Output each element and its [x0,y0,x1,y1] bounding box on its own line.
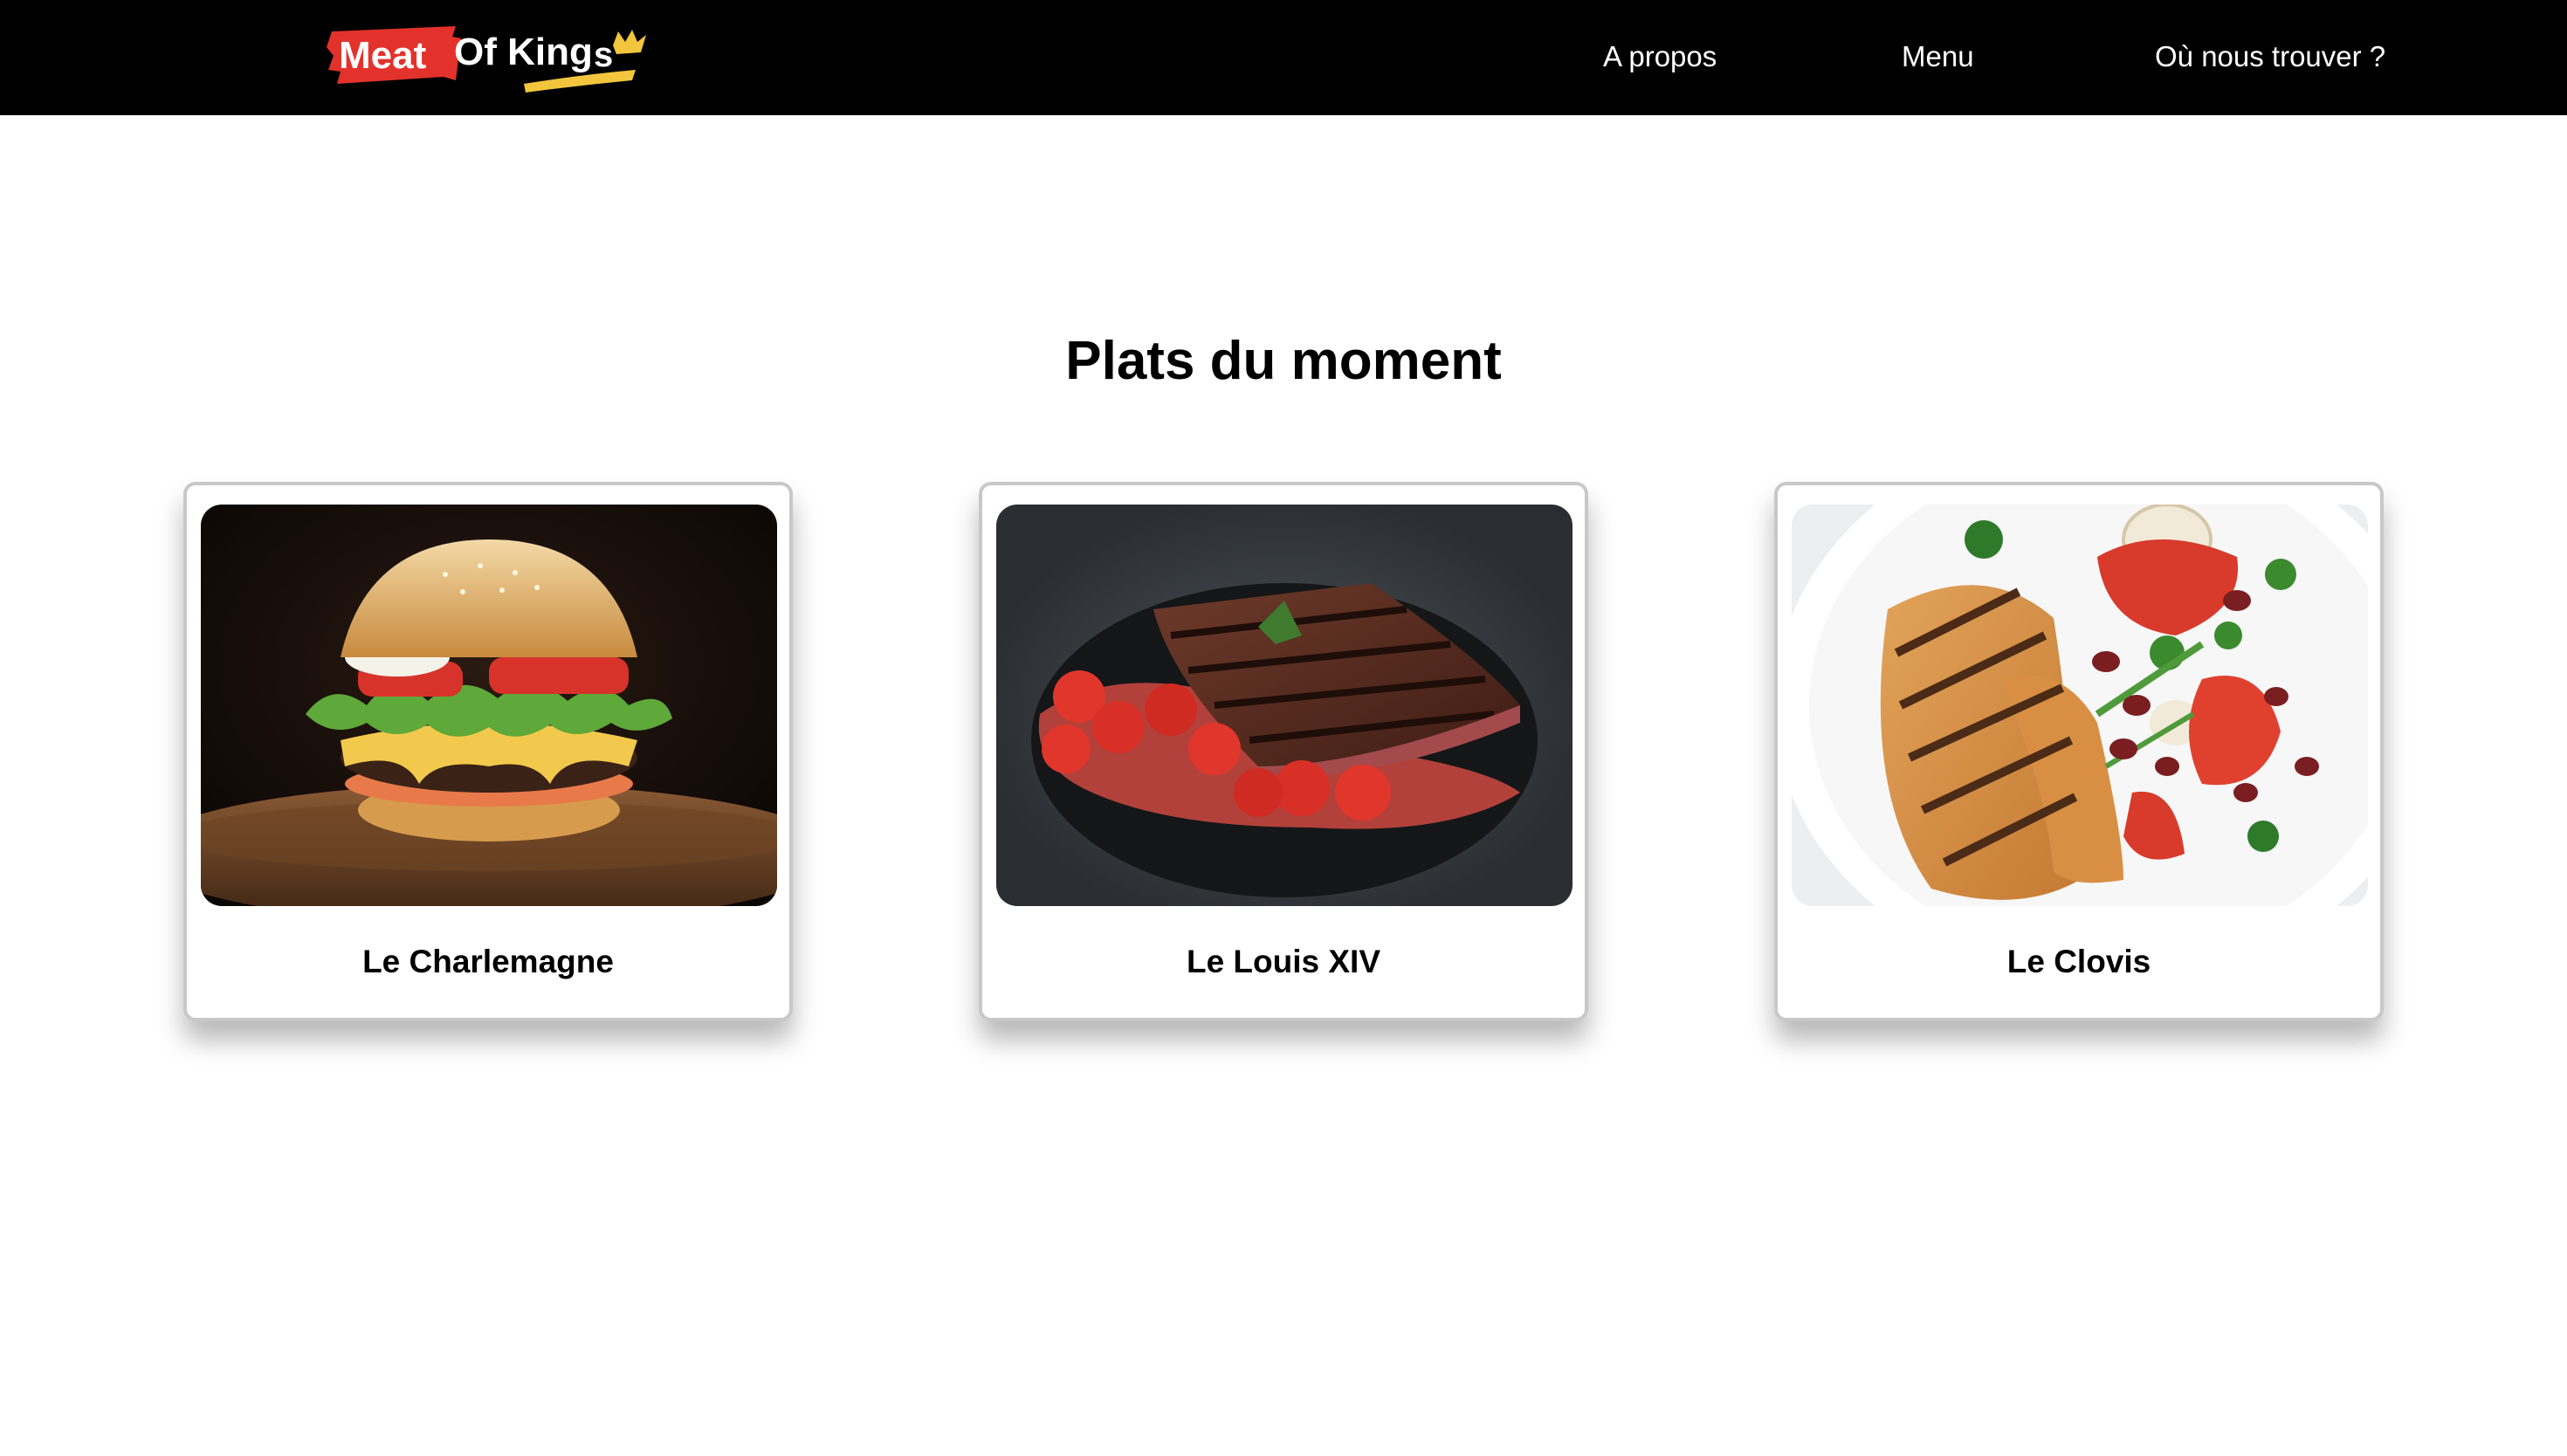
meat-of-kings-logo: Meat Of King s [327,26,646,93]
dish-name: Le Louis XIV [1186,944,1381,979]
grilled-chicken-image [1792,505,2368,906]
section-title: Plats du moment [1065,331,1502,391]
steak-image [996,505,1573,906]
nav-link-ou-nous-trouver[interactable]: Où nous trouver ? [2155,37,2385,77]
dish-card-charlemagne[interactable]: Le Charlemagne [183,482,793,1021]
logo-link[interactable]: Meat Of King s [325,19,657,98]
dish-card-clovis[interactable]: Le Clovis [1774,482,2384,1021]
crown-icon [613,30,646,54]
navbar: Meat Of King s A propos Menu Où nous tro… [0,0,2567,115]
dish-name: Le Clovis [2006,944,2151,979]
dish-name: Le Charlemagne [362,944,614,979]
nav-link-menu[interactable]: Menu [1902,37,1974,77]
logo-text-ofking: Of King [454,31,593,73]
logo-text-meat: Meat [339,34,427,77]
logo-text-s: s [594,36,613,74]
burger-image [201,505,777,906]
nav-link-a-propos[interactable]: A propos [1603,37,1717,77]
dish-card-louis-xiv[interactable]: Le Louis XIV [979,482,1588,1021]
